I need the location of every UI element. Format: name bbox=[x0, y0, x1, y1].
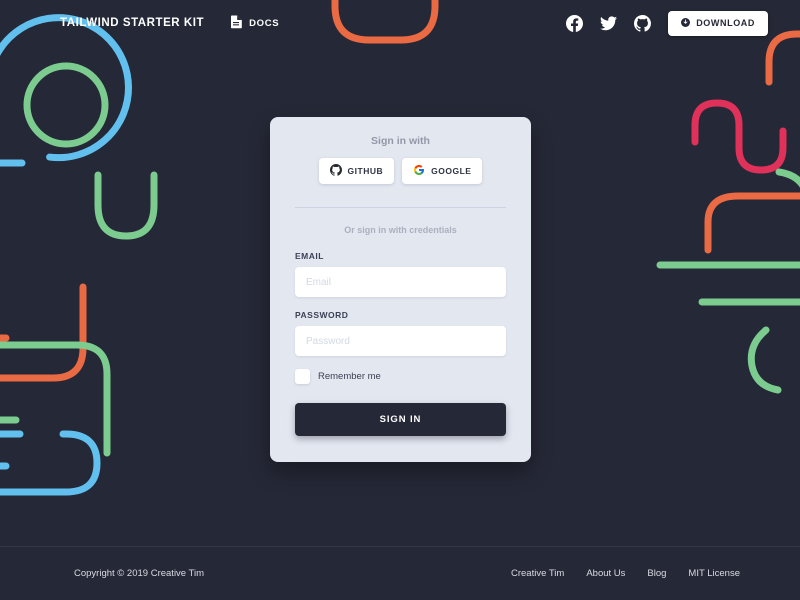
twitter-icon[interactable] bbox=[600, 15, 618, 32]
github-signin-button[interactable]: GITHUB bbox=[318, 158, 395, 184]
social-signin-row: GITHUB GOOGLE bbox=[295, 158, 506, 184]
google-icon bbox=[413, 164, 425, 178]
nav-link-docs-label: DOCS bbox=[249, 17, 280, 29]
github-signin-label: GITHUB bbox=[347, 166, 384, 176]
document-icon bbox=[230, 14, 243, 32]
google-signin-label: GOOGLE bbox=[431, 166, 472, 176]
page-footer: Copyright © 2019 Creative Tim Creative T… bbox=[0, 546, 800, 600]
remember-me-label[interactable]: Remember me bbox=[318, 371, 381, 382]
password-field-group: PASSWORD bbox=[295, 310, 506, 356]
decor-orange-hook-right bbox=[704, 192, 800, 254]
download-button[interactable]: DOWNLOAD bbox=[668, 10, 768, 36]
decor-green-u-left bbox=[94, 171, 158, 240]
download-icon bbox=[681, 17, 691, 29]
decor-green-ring-left bbox=[23, 62, 109, 148]
footer-link-creative-tim[interactable]: Creative Tim bbox=[511, 568, 564, 579]
footer-link-about-us[interactable]: About Us bbox=[586, 568, 625, 579]
decor-blue-hook-bottom bbox=[0, 430, 101, 496]
google-signin-button[interactable]: GOOGLE bbox=[402, 158, 483, 184]
copyright-text: Copyright © 2019 Creative Tim bbox=[74, 568, 205, 579]
email-label: EMAIL bbox=[295, 251, 324, 261]
decor-orange-hook-left bbox=[0, 283, 87, 382]
email-input[interactable] bbox=[295, 267, 506, 297]
navbar-right-group: DOWNLOAD bbox=[566, 10, 768, 36]
download-button-label: DOWNLOAD bbox=[696, 18, 755, 28]
login-card: Sign in with GITHUB GOOGLE Or sign in wi… bbox=[270, 117, 531, 462]
email-field-group: EMAIL bbox=[295, 251, 506, 297]
github-icon bbox=[329, 164, 342, 178]
footer-link-group: Creative Tim About Us Blog MIT License bbox=[511, 568, 740, 579]
decor-crimson-squiggle-right bbox=[691, 99, 787, 174]
top-navbar: TAILWIND STARTER KIT DOCS DOWNLOAD bbox=[0, 0, 800, 46]
remember-me-row: Remember me bbox=[295, 369, 506, 384]
navbar-left-group: TAILWIND STARTER KIT DOCS bbox=[60, 14, 279, 32]
credentials-note: Or sign in with credentials bbox=[344, 225, 457, 235]
card-divider bbox=[295, 207, 506, 208]
footer-link-blog[interactable]: Blog bbox=[647, 568, 666, 579]
decor-green-arc-right-lower bbox=[747, 326, 782, 394]
remember-me-checkbox[interactable] bbox=[295, 369, 310, 384]
password-input[interactable] bbox=[295, 326, 506, 356]
footer-link-mit-license[interactable]: MIT License bbox=[688, 568, 740, 579]
facebook-icon[interactable] bbox=[566, 14, 584, 32]
nav-link-docs[interactable]: DOCS bbox=[230, 14, 279, 32]
github-icon[interactable] bbox=[634, 14, 652, 32]
brand-title[interactable]: TAILWIND STARTER KIT bbox=[60, 17, 204, 29]
decor-green-arc-right-upper bbox=[775, 168, 800, 188]
decor-green-hook-left bbox=[0, 341, 111, 457]
card-heading: Sign in with bbox=[371, 135, 430, 147]
login-card-wrapper: Sign in with GITHUB GOOGLE Or sign in wi… bbox=[270, 117, 531, 462]
sign-in-button[interactable]: SIGN IN bbox=[295, 403, 506, 436]
password-label: PASSWORD bbox=[295, 310, 349, 320]
